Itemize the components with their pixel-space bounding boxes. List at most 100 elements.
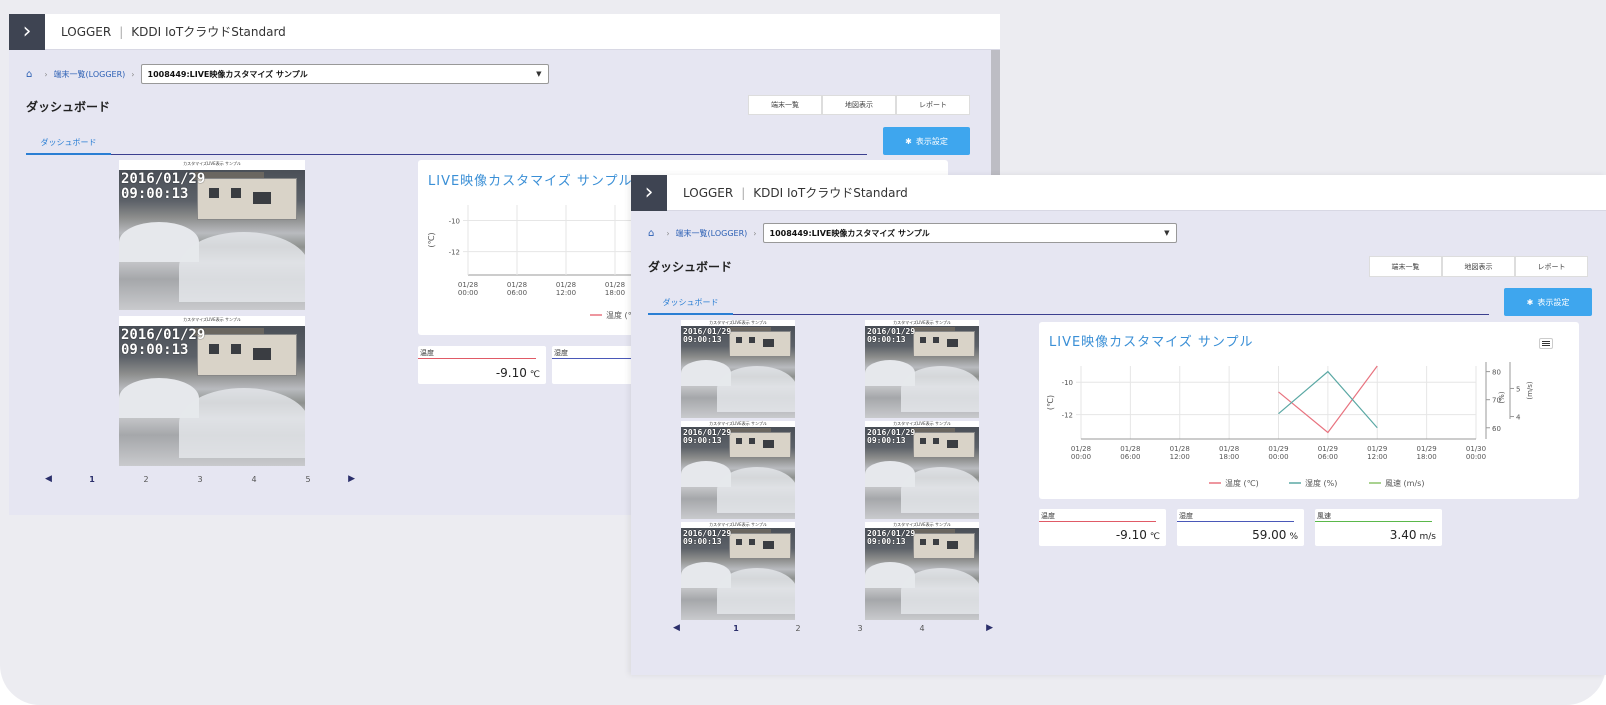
back-pagination: ◀ 1 2 3 4 5 ▶ xyxy=(45,474,355,484)
camera-timestamp: 2016/01/29 09:00:13 xyxy=(867,428,916,446)
device-select[interactable]: 1008449:LIVE映像カスタマイズ サンプル ▼ xyxy=(140,64,549,84)
home-icon[interactable]: ⌂ xyxy=(648,228,654,239)
camera-timestamp: 2016/01/29 09:00:13 xyxy=(121,327,206,358)
y-axis-label: (℃) xyxy=(427,232,436,247)
x-tick-label: 00:00 xyxy=(1071,453,1091,461)
x-tick-label: 01/28 xyxy=(1170,445,1190,453)
x-tick-label: 01/30 xyxy=(1466,445,1486,453)
camera-image: 2016/01/29 09:00:13 xyxy=(865,528,979,620)
x-tick-label: 01/29 xyxy=(1367,445,1387,453)
camera-thumbnail[interactable]: カスタマイズLIVE表示 サンプル 2016/01/29 09:00:13 xyxy=(681,421,795,519)
device-list-button[interactable]: 端末一覧 xyxy=(748,95,822,115)
device-select[interactable]: 1008449:LIVE映像カスタマイズ サンプル ▼ xyxy=(762,223,1177,243)
app-name: LOGGER xyxy=(683,185,734,200)
next-page-button[interactable]: ▶ xyxy=(335,474,355,484)
y-axis-label: (%) xyxy=(1498,391,1506,403)
x-tick-label: 00:00 xyxy=(1466,453,1486,461)
x-tick-label: 01/28 xyxy=(556,281,576,289)
tab-dashboard[interactable]: ダッシュボード xyxy=(26,137,111,155)
display-settings-label: 表示設定 xyxy=(1537,297,1570,307)
gear-icon: ✱ xyxy=(1526,297,1534,307)
page-5-link[interactable]: 5 xyxy=(281,475,335,484)
camera-thumbnail[interactable]: カスタマイズLIVE表示 サンプル 2016/01/29 09:00:13 xyxy=(865,421,979,519)
prev-page-button[interactable]: ◀ xyxy=(673,623,705,633)
legend-label: 風速 (m/s) xyxy=(1385,479,1424,488)
reading-label: 湿度 xyxy=(1179,512,1193,520)
breadcrumb-device-list-link[interactable]: 端末一覧(LOGGER) xyxy=(54,69,126,80)
x-tick-label: 01/28 xyxy=(507,281,527,289)
reading-card-temperature: 温度 -9.10 ℃ xyxy=(1039,509,1166,546)
menu-toggle-button[interactable]: › xyxy=(9,14,45,50)
thumbnail-caption: カスタマイズLIVE表示 サンプル xyxy=(183,317,241,322)
breadcrumb-device-list-link[interactable]: 端末一覧(LOGGER) xyxy=(676,228,748,239)
thumbnail-caption: カスタマイズLIVE表示 サンプル xyxy=(183,161,241,166)
camera-thumbnail[interactable]: カスタマイズLIVE表示 サンプル 2016/01/29 09:00:13 xyxy=(681,320,795,418)
camera-timestamp: 2016/01/29 09:00:13 xyxy=(867,529,916,547)
device-select-value: 1008449:LIVE映像カスタマイズ サンプル xyxy=(147,69,308,79)
reading-label: 湿度 xyxy=(554,349,568,357)
x-tick-label: 00:00 xyxy=(458,289,478,297)
menu-toggle-button[interactable]: › xyxy=(631,175,667,211)
reading-label: 風速 xyxy=(1317,512,1331,520)
camera-timestamp: 2016/01/29 09:00:13 xyxy=(683,529,732,547)
page-2-link[interactable]: 2 xyxy=(767,624,829,633)
x-tick-label: 00:00 xyxy=(1268,453,1288,461)
next-page-button[interactable]: ▶ xyxy=(953,623,993,633)
reading-value: 59.00% xyxy=(1252,528,1298,542)
y-tick-label: 60 xyxy=(1492,425,1501,433)
y-axis-label: (℃) xyxy=(1046,395,1055,410)
x-tick-label: 06:00 xyxy=(507,289,527,297)
app-separator: | xyxy=(119,24,124,39)
display-settings-button[interactable]: ✱ 表示設定 xyxy=(883,127,970,155)
tab-dashboard[interactable]: ダッシュボード xyxy=(648,297,733,315)
camera-thumbnail[interactable]: カスタマイズLIVE表示 サンプル 2016/01/29 09:00:13 xyxy=(681,522,795,620)
prev-page-button[interactable]: ◀ xyxy=(45,474,65,484)
chart-svg: 01/2800:0001/2806:0001/2812:0001/2818:00… xyxy=(1046,362,1534,488)
y-tick-label: -12 xyxy=(1062,412,1073,420)
camera-thumbnail[interactable]: カスタマイズLIVE表示 サンプル 2016/01/29 09:00:13 xyxy=(119,316,305,466)
reading-card-wind-speed: 風速 3.40 m/s xyxy=(1315,509,1442,546)
display-settings-label: 表示設定 xyxy=(915,136,948,146)
report-button[interactable]: レポート xyxy=(896,95,970,115)
gear-icon: ✱ xyxy=(905,136,912,146)
chevron-right-icon: › xyxy=(44,69,48,79)
camera-image: 2016/01/29 09:00:13 xyxy=(865,326,979,418)
page-2-link[interactable]: 2 xyxy=(119,475,173,484)
page-1-link[interactable]: 1 xyxy=(65,475,119,484)
page-4-link[interactable]: 4 xyxy=(227,475,281,484)
y-tick-label: 5 xyxy=(1516,385,1520,393)
caret-down-icon: ▼ xyxy=(1164,229,1170,237)
breadcrumb: ⌂ › 端末一覧(LOGGER) › 1008449:LIVE映像カスタマイズ … xyxy=(26,64,549,84)
app-separator: | xyxy=(741,185,746,200)
camera-thumbnail[interactable]: カスタマイズLIVE表示 サンプル 2016/01/29 09:00:13 xyxy=(865,320,979,418)
device-list-button[interactable]: 端末一覧 xyxy=(1369,256,1442,277)
page-3-link[interactable]: 3 xyxy=(829,624,891,633)
reading-accent-line xyxy=(552,358,642,359)
legend-label: 湿度 (%) xyxy=(1305,478,1337,488)
camera-thumbnail[interactable]: カスタマイズLIVE表示 サンプル 2016/01/29 09:00:13 xyxy=(865,522,979,620)
reading-label: 温度 xyxy=(1041,512,1055,520)
y-tick-label: 4 xyxy=(1516,414,1521,422)
page-4-link[interactable]: 4 xyxy=(891,624,953,633)
map-view-button[interactable]: 地図表示 xyxy=(822,95,896,115)
camera-thumbnail[interactable]: カスタマイズLIVE表示 サンプル 2016/01/29 09:00:13 xyxy=(119,160,305,310)
chevron-right-icon: › xyxy=(753,228,757,238)
tab-bar: ダッシュボード xyxy=(648,295,1489,315)
home-icon[interactable]: ⌂ xyxy=(26,69,32,80)
x-tick-label: 01/29 xyxy=(1318,445,1338,453)
report-button[interactable]: レポート xyxy=(1515,256,1588,277)
x-tick-label: 01/28 xyxy=(1219,445,1239,453)
chart-card: LIVE映像カスタマイズ サンプル 01/28 00:00 01/28 06:00 01… xyxy=(1039,322,1579,499)
page-1-link[interactable]: 1 xyxy=(705,624,767,633)
camera-image: 2016/01/29 09:00:13 xyxy=(681,326,795,418)
chevron-right-icon: › xyxy=(131,69,135,79)
device-select-value: 1008449:LIVE映像カスタマイズ サンプル xyxy=(769,228,930,238)
y-tick-label: -10 xyxy=(449,218,460,226)
page-3-link[interactable]: 3 xyxy=(173,475,227,484)
x-tick-label: 12:00 xyxy=(1367,453,1387,461)
reading-accent-line xyxy=(1177,521,1294,522)
legend-label: 温度 (℃) xyxy=(1225,478,1259,488)
map-view-button[interactable]: 地図表示 xyxy=(1442,256,1515,277)
display-settings-button[interactable]: ✱ 表示設定 xyxy=(1504,288,1592,316)
x-tick-label: 01/28 xyxy=(458,281,478,289)
